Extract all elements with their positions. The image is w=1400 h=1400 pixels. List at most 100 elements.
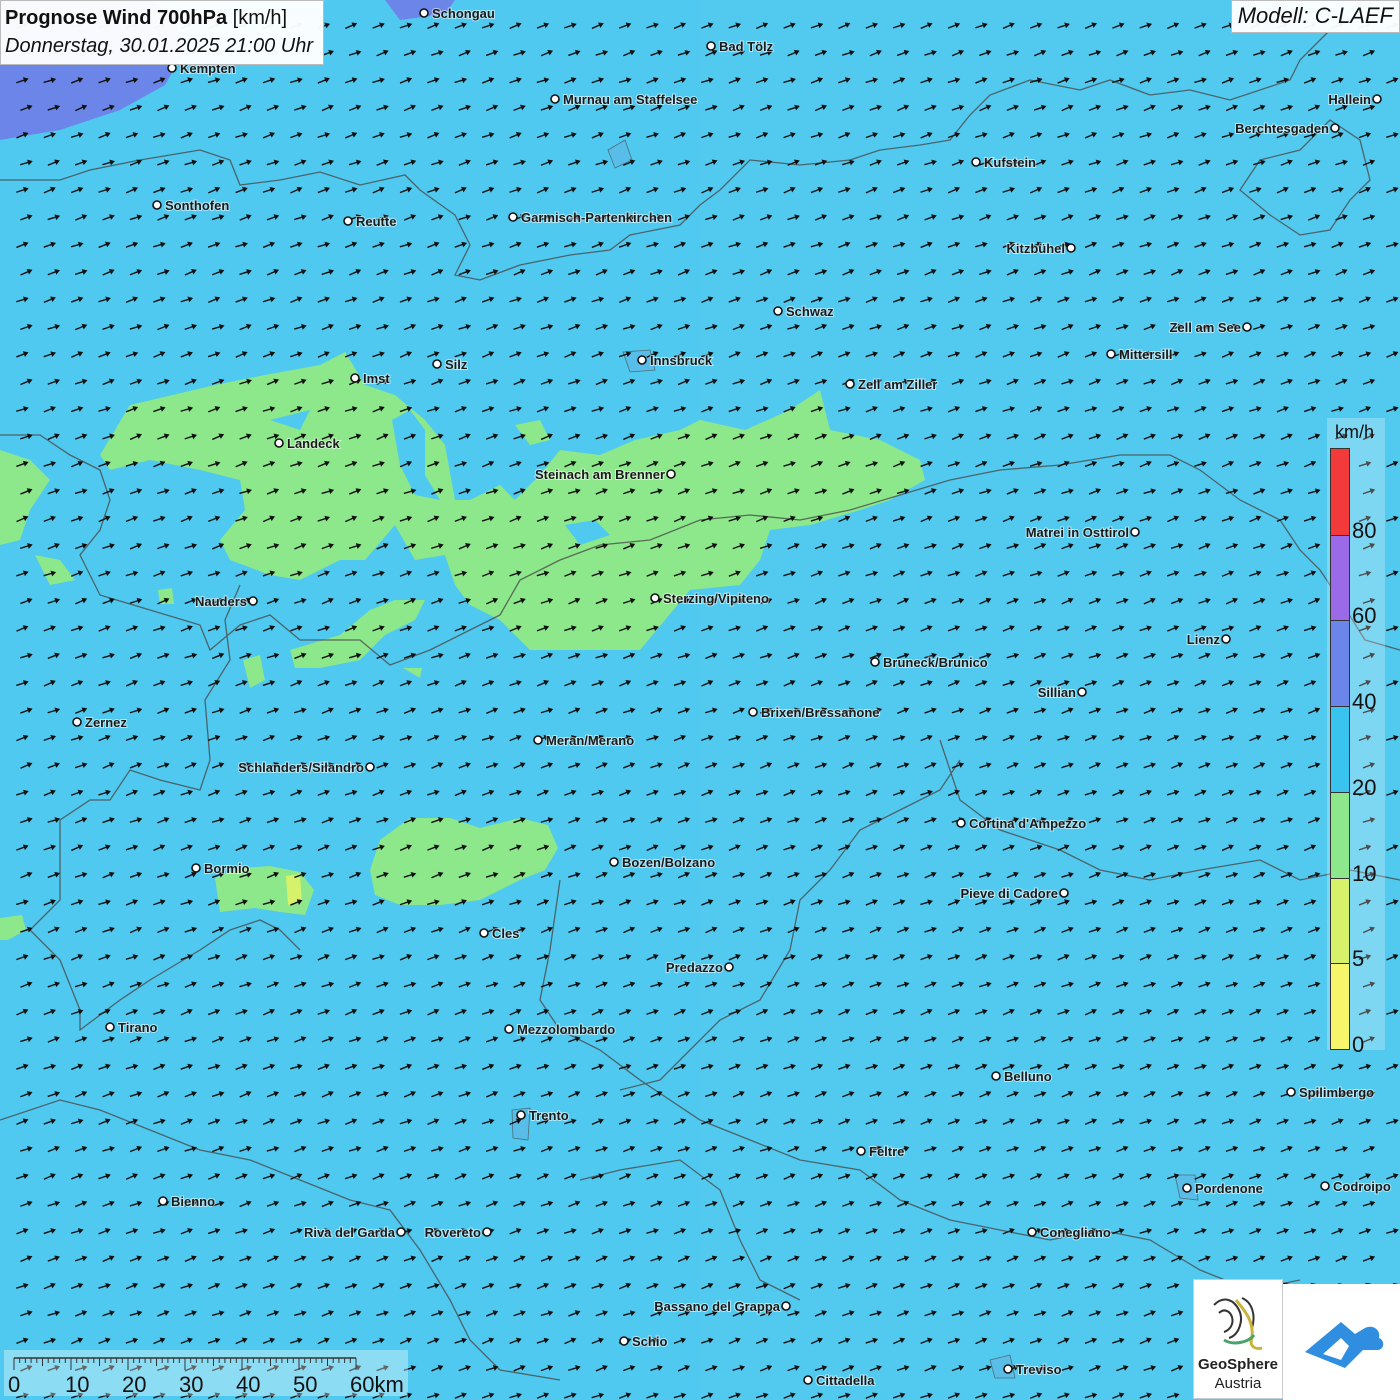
city-dot [773,306,783,316]
city-dot [167,63,177,73]
city-dot [365,762,375,772]
city-marker: Sterzing/Vipiteno [650,590,770,607]
map-title-box: Prognose Wind 700hPa [km/h] Donnerstag, … [0,0,324,65]
city-label: Nauders [195,594,247,609]
city-dot [1372,94,1382,104]
geosphere-country: Austria [1214,1375,1262,1392]
city-label: Reutte [356,214,396,229]
city-label: Conegliano [1040,1225,1111,1240]
legend-tick-label: 0 [1352,1032,1365,1057]
city-dot [504,1024,514,1034]
city-marker: Conegliano [1027,1224,1112,1241]
city-marker: Innsbruck [637,352,714,369]
city-dot [619,1336,629,1346]
city-marker: Murnau am Staffelsee [550,91,698,108]
legend-bin [1331,791,1349,878]
city-label: Bienno [171,1194,215,1209]
legend-color-bar [1330,448,1350,1050]
city-label: Treviso [1016,1362,1062,1377]
city-dot [706,41,716,51]
city-marker: Zell am Ziller [845,376,938,393]
city-marker: Meran/Merano [533,732,635,749]
city-dot [845,379,855,389]
legend-tick-label: 80 [1352,517,1377,543]
legend-tick-label: 60 [1352,603,1377,629]
city-dot [991,1071,1001,1081]
city-label: Zell am Ziller [858,377,937,392]
city-dot [1077,687,1087,697]
map-title-main: Prognose Wind 700hPa [5,7,228,29]
city-dot [533,735,543,745]
forecast-date: Donnerstag, 30.01.2025 21:00 Uhr [5,35,313,57]
city-label: Spilimbergo [1299,1085,1374,1100]
city-dot [1286,1087,1296,1097]
city-dot [432,359,442,369]
city-label: Steinach am Brenner [535,467,665,482]
scale-label: 60km [350,1372,404,1397]
city-dot [1027,1227,1037,1237]
city-label: Cittadella [816,1373,875,1388]
scale-ticks [13,1358,357,1370]
city-dot [419,8,429,18]
city-label: Codroipo [1333,1179,1391,1194]
city-label: Sillian [1038,685,1076,700]
map-lighter-east [700,0,1400,1400]
city-dot [72,717,82,727]
city-label: Cortina d'Ampezzo [969,816,1086,831]
legend-bin [1331,620,1349,707]
geosphere-name: GeoSphere [1197,1356,1279,1373]
city-dot [105,1022,115,1032]
city-label: Bassano del Grappa [654,1299,780,1314]
city-dot [748,707,758,717]
city-dot [1320,1181,1330,1191]
legend-tick-label: 10 [1352,860,1377,886]
city-dot [870,657,880,667]
city-label: Meran/Merano [546,733,634,748]
city-label: Hallein [1328,92,1371,107]
city-dot [1221,634,1231,644]
city-label: Trento [529,1108,569,1123]
city-label: Bad Tölz [719,39,774,54]
city-label: Zell am See [1169,320,1241,335]
city-dot [152,200,162,210]
map-title: Prognose Wind 700hPa [km/h] [5,4,313,32]
city-dot [350,373,360,383]
city-marker: Predazzo [665,959,734,976]
city-label: Imst [363,371,390,386]
city-marker: Cortina d'Ampezzo [956,815,1087,832]
city-dot [609,857,619,867]
city-marker: Berchtesgaden [1234,120,1340,137]
city-marker: Riva del Garda [303,1224,406,1241]
city-label: Sterzing/Vipiteno [663,591,769,606]
city-dot [666,469,676,479]
city-label: Pieve di Cadore [960,886,1058,901]
city-label: Schongau [432,6,495,21]
legend-unit: km/h [1335,422,1375,442]
legend-tick-label: 20 [1352,774,1377,800]
legend-bin [1331,449,1349,535]
city-marker: Schlanders/Silandro [237,759,375,776]
city-dot [971,157,981,167]
city-label: Lienz [1187,632,1221,647]
city-dot [1242,322,1252,332]
city-label: Zernez [85,715,127,730]
scale-label: 50 [293,1372,318,1397]
city-dot [248,596,258,606]
city-dot [781,1301,791,1311]
cloud-wind-icon [1305,1322,1384,1368]
scale-label: 40 [236,1372,261,1397]
city-dot [956,818,966,828]
scale-label: 20 [122,1372,147,1397]
city-label: Cles [492,926,519,941]
legend-bin [1331,877,1349,964]
city-dot [516,1110,526,1120]
legend-bin [1331,963,1349,1049]
city-label: Kufstein [984,155,1036,170]
city-marker: Zell am See [1168,319,1252,336]
city-label: Bozen/Bolzano [622,855,715,870]
legend-tick-label: 40 [1352,689,1377,715]
city-label: Innsbruck [650,353,713,368]
model-label: Modell: C-LAEF [1230,0,1400,33]
city-marker: Pordenone [1182,1180,1264,1197]
legend-tick-label: 5 [1352,946,1365,972]
